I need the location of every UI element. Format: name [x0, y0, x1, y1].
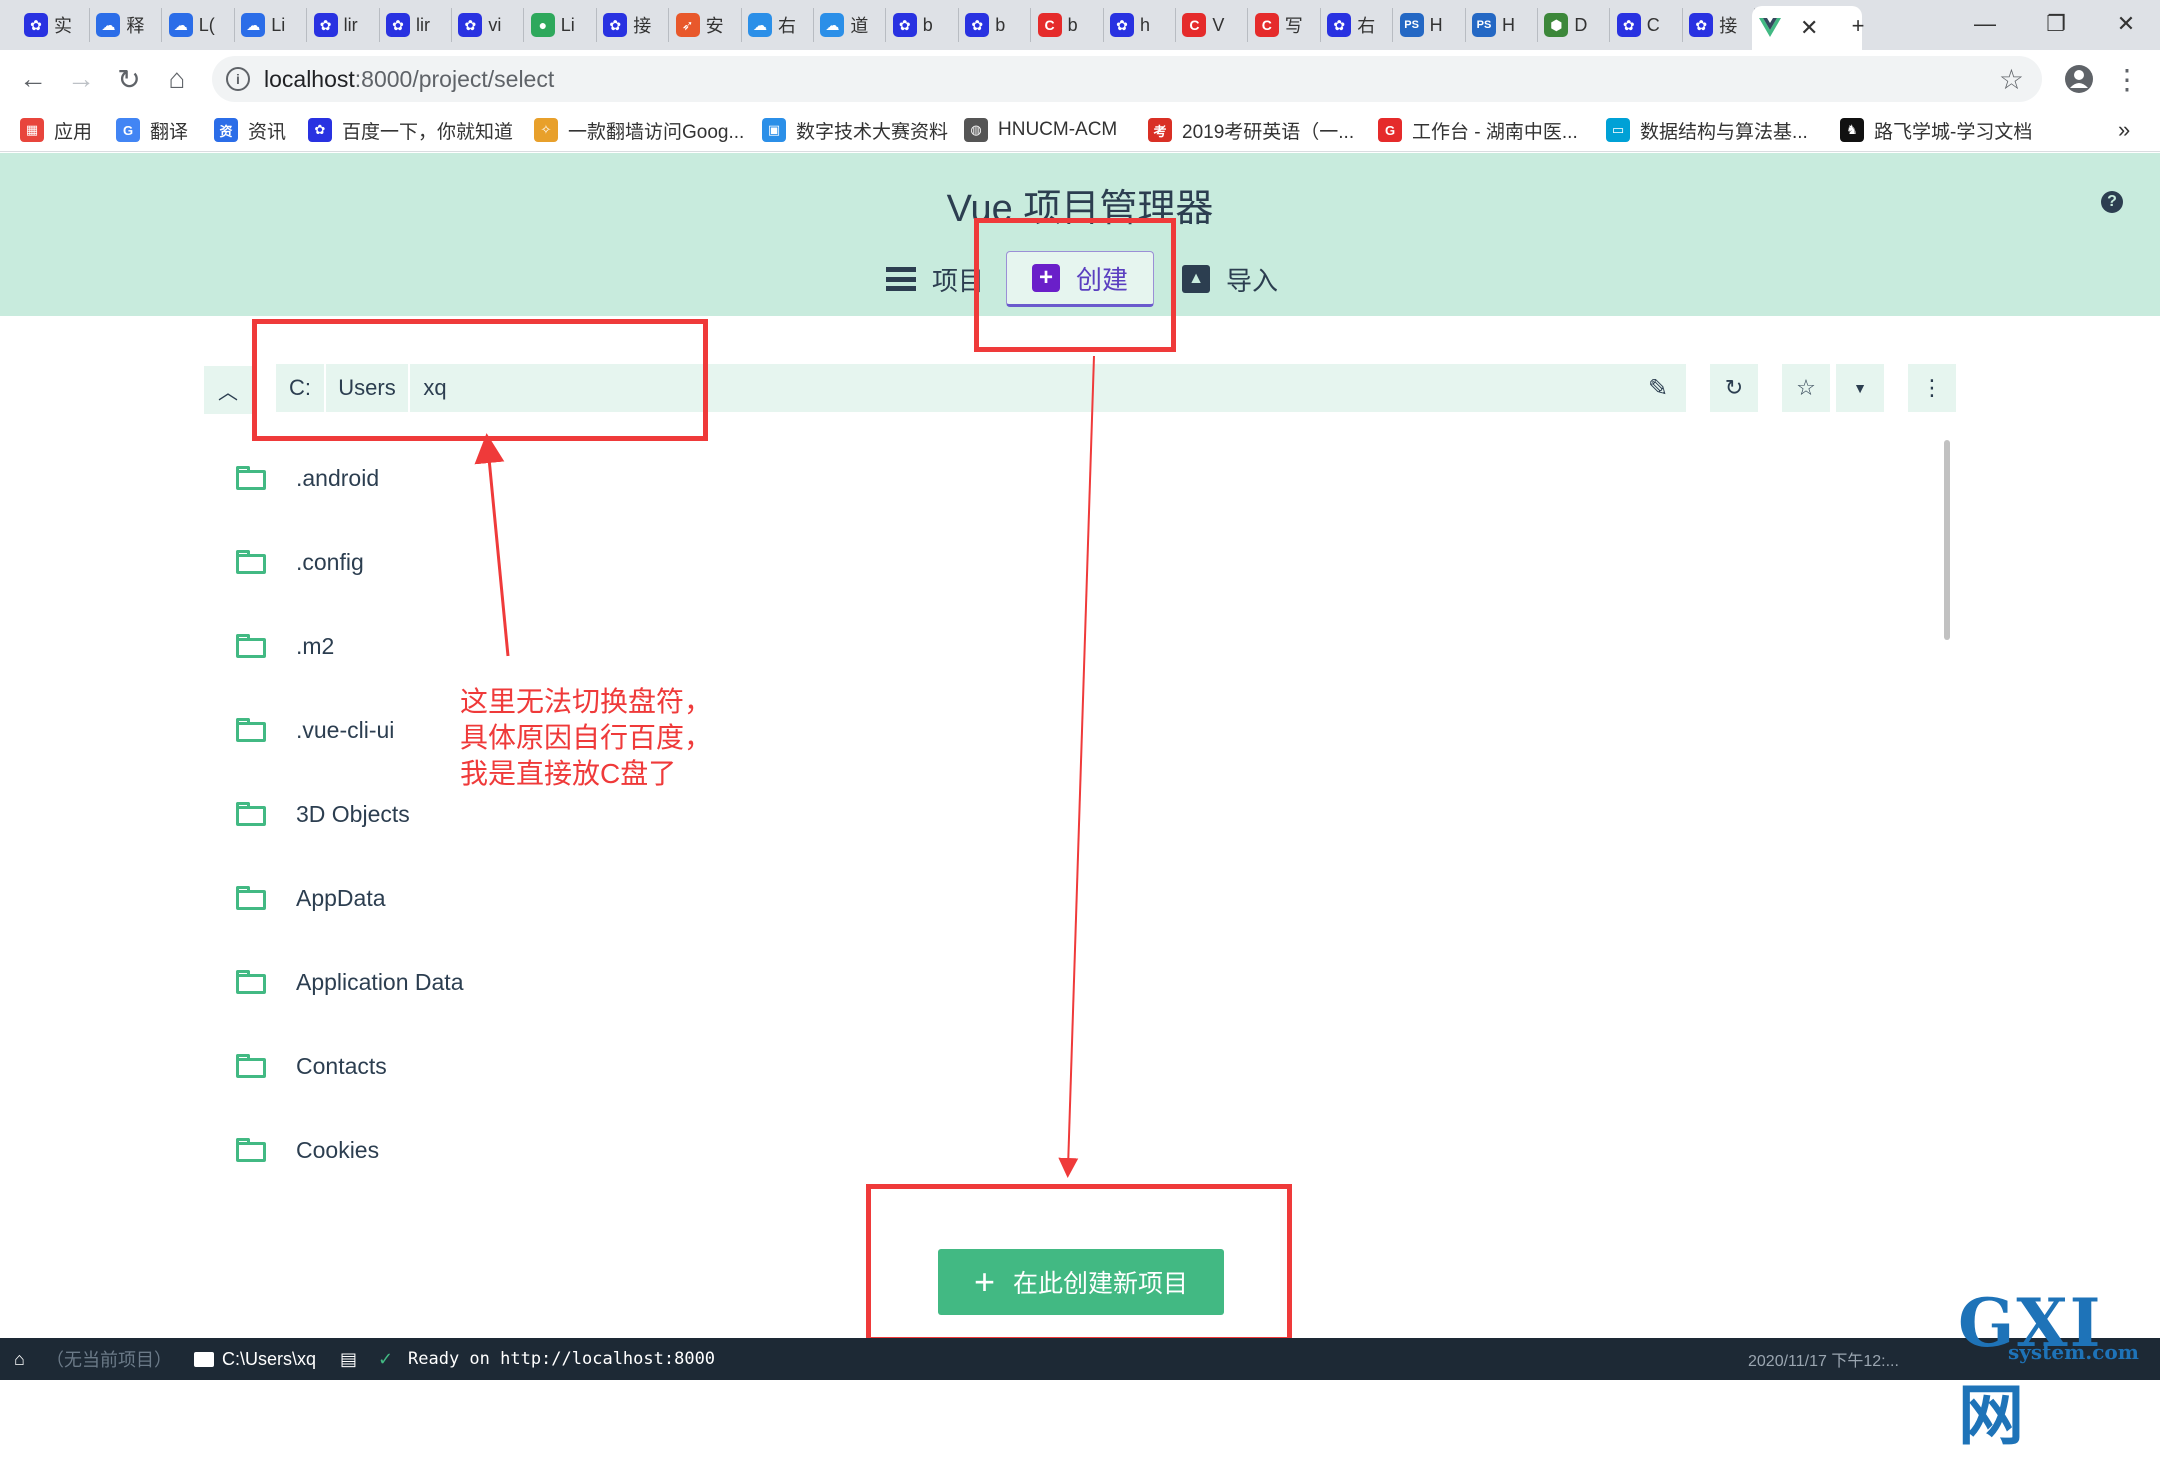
annotation-note: 这里无法切换盘符， 具体原因自行百度， 我是直接放C盘了: [460, 684, 740, 792]
arrow-to-create-button: [1058, 355, 1095, 1178]
annotation-arrows: [474, 355, 1095, 1178]
cwd-text: C:\Users\xq: [222, 1348, 317, 1369]
current-project-status[interactable]: （无当前项目）: [46, 1338, 172, 1380]
watermark-domain: system.com: [2008, 1340, 2139, 1364]
cwd-status[interactable]: C:\Users\xq: [194, 1338, 316, 1380]
site-watermark: GXI网 system.com: [1958, 1284, 2158, 1454]
console-icon[interactable]: ▤: [340, 1338, 357, 1380]
folder-icon: [194, 1351, 214, 1367]
home-status-icon[interactable]: ⌂: [14, 1338, 25, 1380]
annotation-line: 具体原因自行百度，: [460, 722, 713, 753]
arrow-to-path-bar: [474, 433, 510, 657]
watermark-logo: GXI网: [1958, 1284, 2103, 1454]
log-message[interactable]: Ready on http://localhost:8000: [408, 1338, 715, 1380]
status-bar: ⌂ （无当前项目） C:\Users\xq ▤ ✓ Ready on http:…: [0, 1338, 2160, 1380]
annotation-line: 我是直接放C盘了: [460, 758, 677, 789]
annotation-line: 这里无法切换盘符，: [460, 686, 713, 717]
log-icon: ✓: [378, 1348, 394, 1369]
datetime-text: 2020/11/17 下午12:...: [1748, 1353, 1899, 1370]
